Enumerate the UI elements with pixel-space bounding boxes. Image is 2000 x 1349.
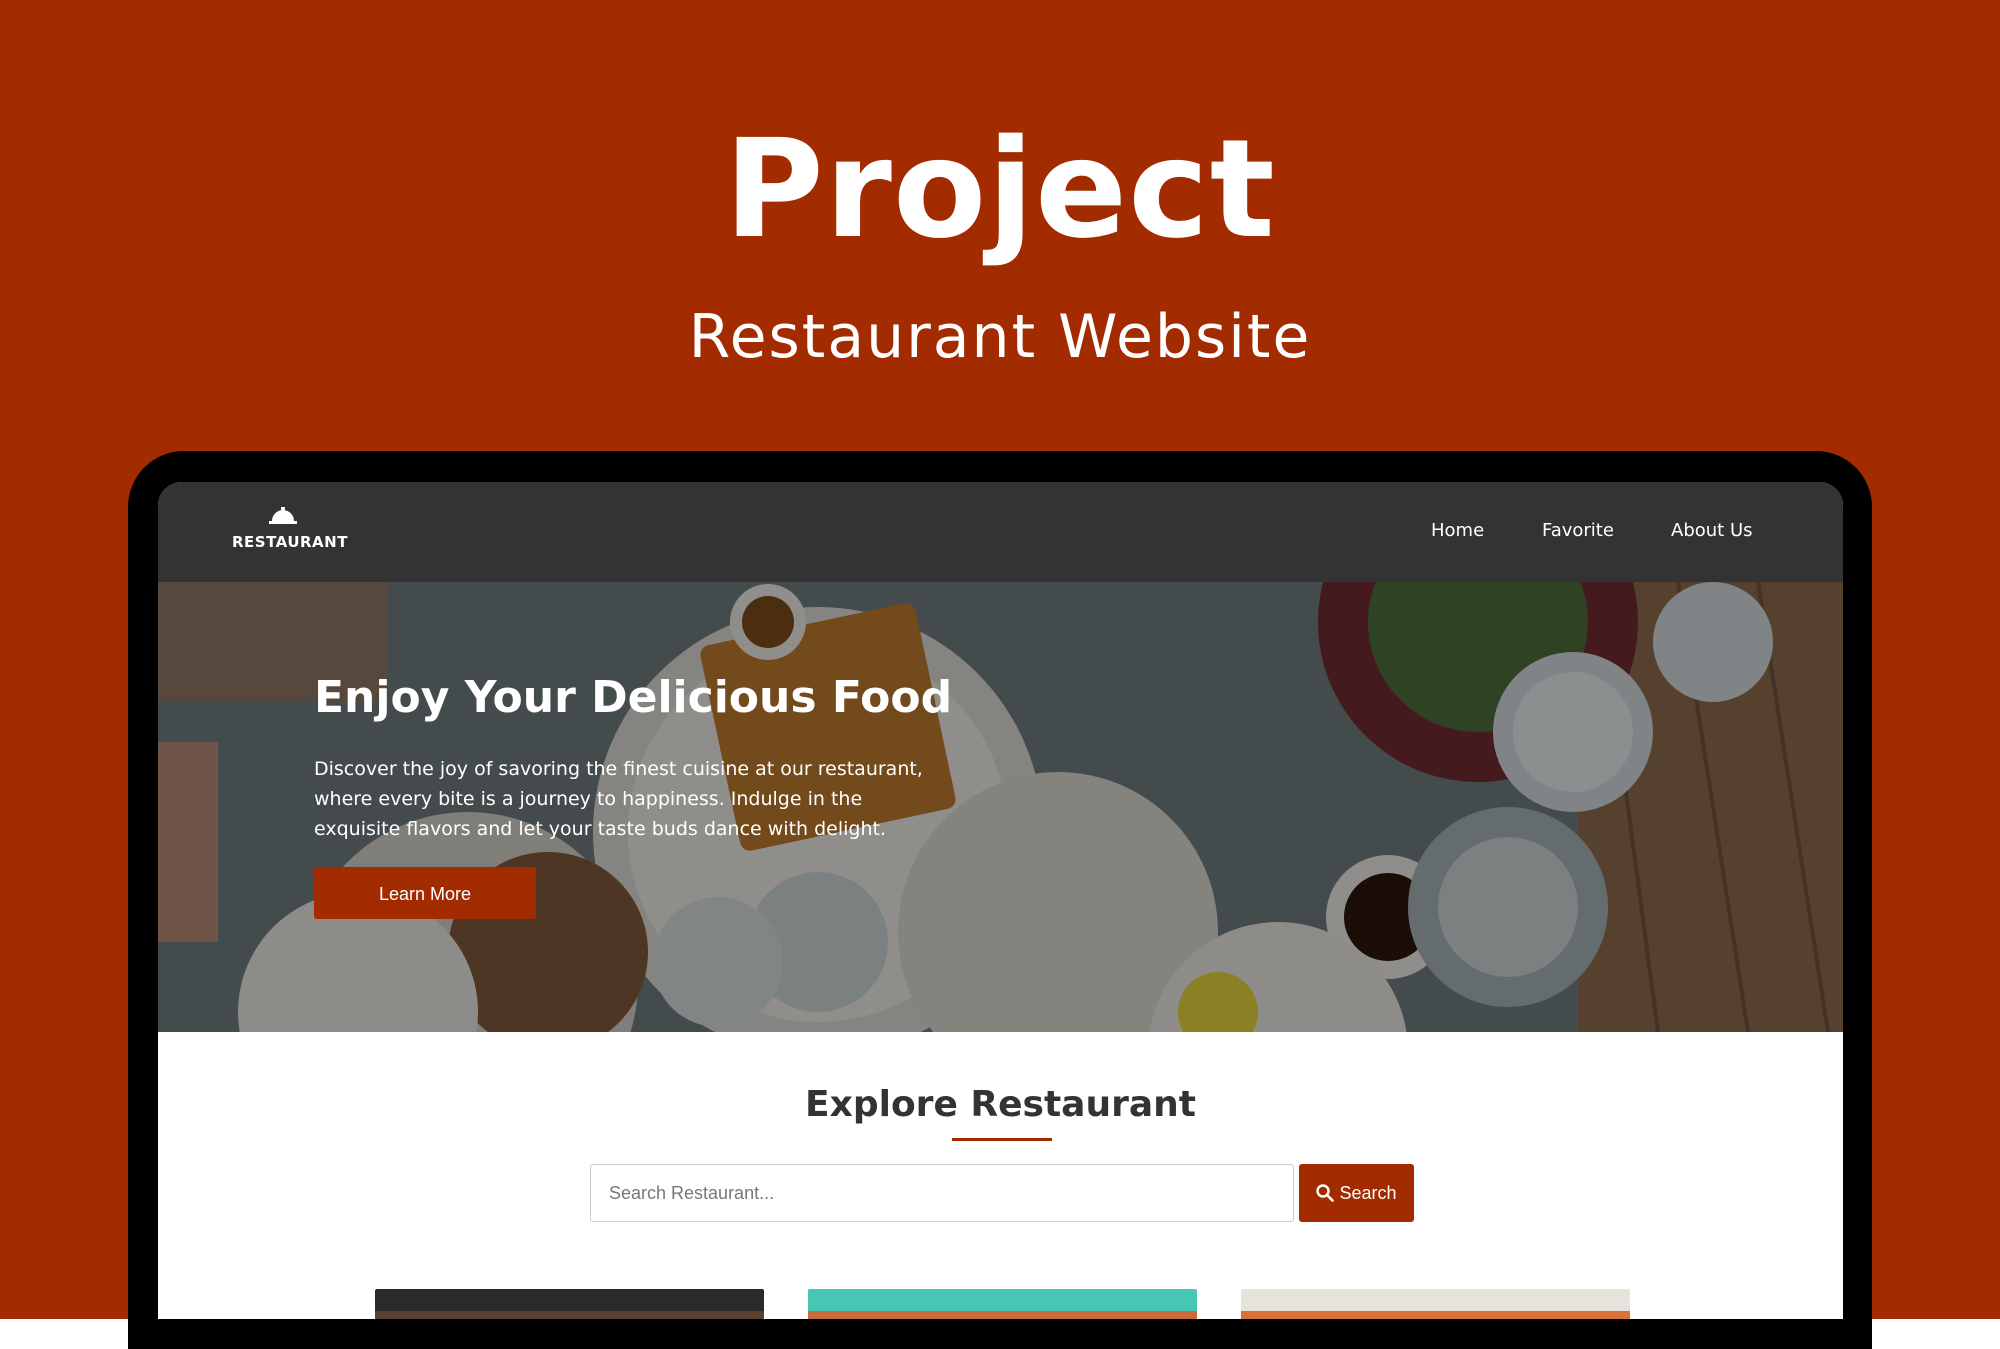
website-screen: RESTAURANT Home Favorite About Us Enjoy …: [158, 482, 1843, 1319]
nav-link-favorite[interactable]: Favorite: [1542, 518, 1614, 544]
restaurant-card[interactable]: [375, 1289, 764, 1319]
restaurant-card[interactable]: [1241, 1289, 1630, 1319]
restaurant-card-image: [375, 1311, 764, 1319]
search-input[interactable]: [590, 1164, 1294, 1222]
project-title: Project: [724, 111, 1276, 269]
learn-more-button[interactable]: Learn More: [314, 867, 536, 919]
navbar: RESTAURANT Home Favorite About Us: [158, 482, 1843, 582]
nav-link-home[interactable]: Home: [1431, 518, 1484, 544]
logo-text: RESTAURANT: [232, 533, 348, 551]
search-button-label: Search: [1339, 1183, 1397, 1203]
restaurant-card-image: [808, 1311, 1197, 1319]
search-button[interactable]: Search: [1299, 1164, 1414, 1222]
restaurant-card[interactable]: [808, 1289, 1197, 1319]
search-icon: [1316, 1184, 1335, 1202]
hero-description: Discover the joy of savoring the finest …: [314, 758, 923, 840]
hero-heading: Enjoy Your Delicious Food: [314, 672, 953, 723]
restaurant-card-image: [1241, 1311, 1630, 1319]
nav-link-about-us[interactable]: About Us: [1671, 518, 1753, 544]
explore-title-underline: [952, 1138, 1052, 1141]
explore-title: Explore Restaurant: [805, 1084, 1196, 1125]
site-logo[interactable]: RESTAURANT: [232, 507, 348, 557]
project-subtitle: Restaurant Website: [688, 302, 1312, 372]
hero-section: Enjoy Your Delicious Food Discover the j…: [158, 582, 1843, 1032]
cloche-icon: [269, 507, 297, 524]
